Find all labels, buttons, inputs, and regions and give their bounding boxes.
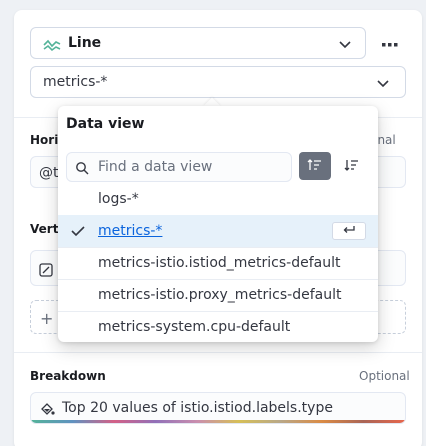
chevron-down-icon [338, 36, 352, 50]
palette-strip [31, 420, 405, 423]
enter-key-badge [332, 222, 366, 240]
data-view-popover: Data view Find a data view logs-* metric… [58, 106, 378, 342]
ellipsis-icon [382, 33, 398, 52]
list-item-label: logs-* [98, 191, 139, 207]
data-view-select-value: metrics-* [43, 74, 108, 90]
more-options-button[interactable] [376, 28, 404, 56]
search-placeholder: Find a data view [98, 159, 213, 175]
divider [14, 352, 422, 353]
plus-icon: + [40, 309, 54, 328]
breakdown-optional: Optional [359, 369, 410, 383]
breakdown-field[interactable]: Top 20 values of istio.istiod.labels.typ… [30, 392, 406, 424]
breakdown-value: Top 20 values of istio.istiod.labels.typ… [62, 400, 333, 416]
sort-descending-icon [344, 157, 360, 176]
chart-type-select[interactable]: Line [30, 27, 366, 59]
paint-bucket-icon [39, 401, 55, 421]
list-item[interactable]: metrics-istio.proxy_metrics-default [58, 279, 378, 311]
chart-type-label: Line [68, 35, 102, 51]
list-item[interactable]: metrics-system.cpu-default [58, 311, 378, 343]
popover-title: Data view [66, 116, 145, 132]
line-chart-icon [43, 37, 61, 52]
list-item-label: metrics-system.cpu-default [98, 319, 291, 335]
list-item[interactable]: metrics-istio.istiod_metrics-default [58, 247, 378, 279]
list-item-label: metrics-istio.istiod_metrics-default [98, 255, 341, 271]
list-item-label: metrics-* [98, 223, 163, 239]
checkmark-icon [71, 225, 85, 241]
search-icon [75, 160, 89, 179]
list-item-selected[interactable]: metrics-* [58, 215, 378, 247]
chevron-down-icon [376, 75, 390, 89]
list-item-label: metrics-istio.proxy_metrics-default [98, 287, 342, 303]
breakdown-label: Breakdown [30, 369, 106, 383]
data-view-search-input[interactable]: Find a data view [66, 152, 292, 182]
return-key-icon [342, 223, 356, 239]
list-item[interactable]: logs-* [58, 183, 378, 215]
function-icon [39, 262, 53, 281]
sort-descending-button[interactable] [335, 152, 369, 180]
sort-ascending-icon [307, 157, 323, 176]
data-view-select[interactable]: metrics-* [30, 66, 406, 98]
sort-ascending-button[interactable] [299, 152, 331, 180]
